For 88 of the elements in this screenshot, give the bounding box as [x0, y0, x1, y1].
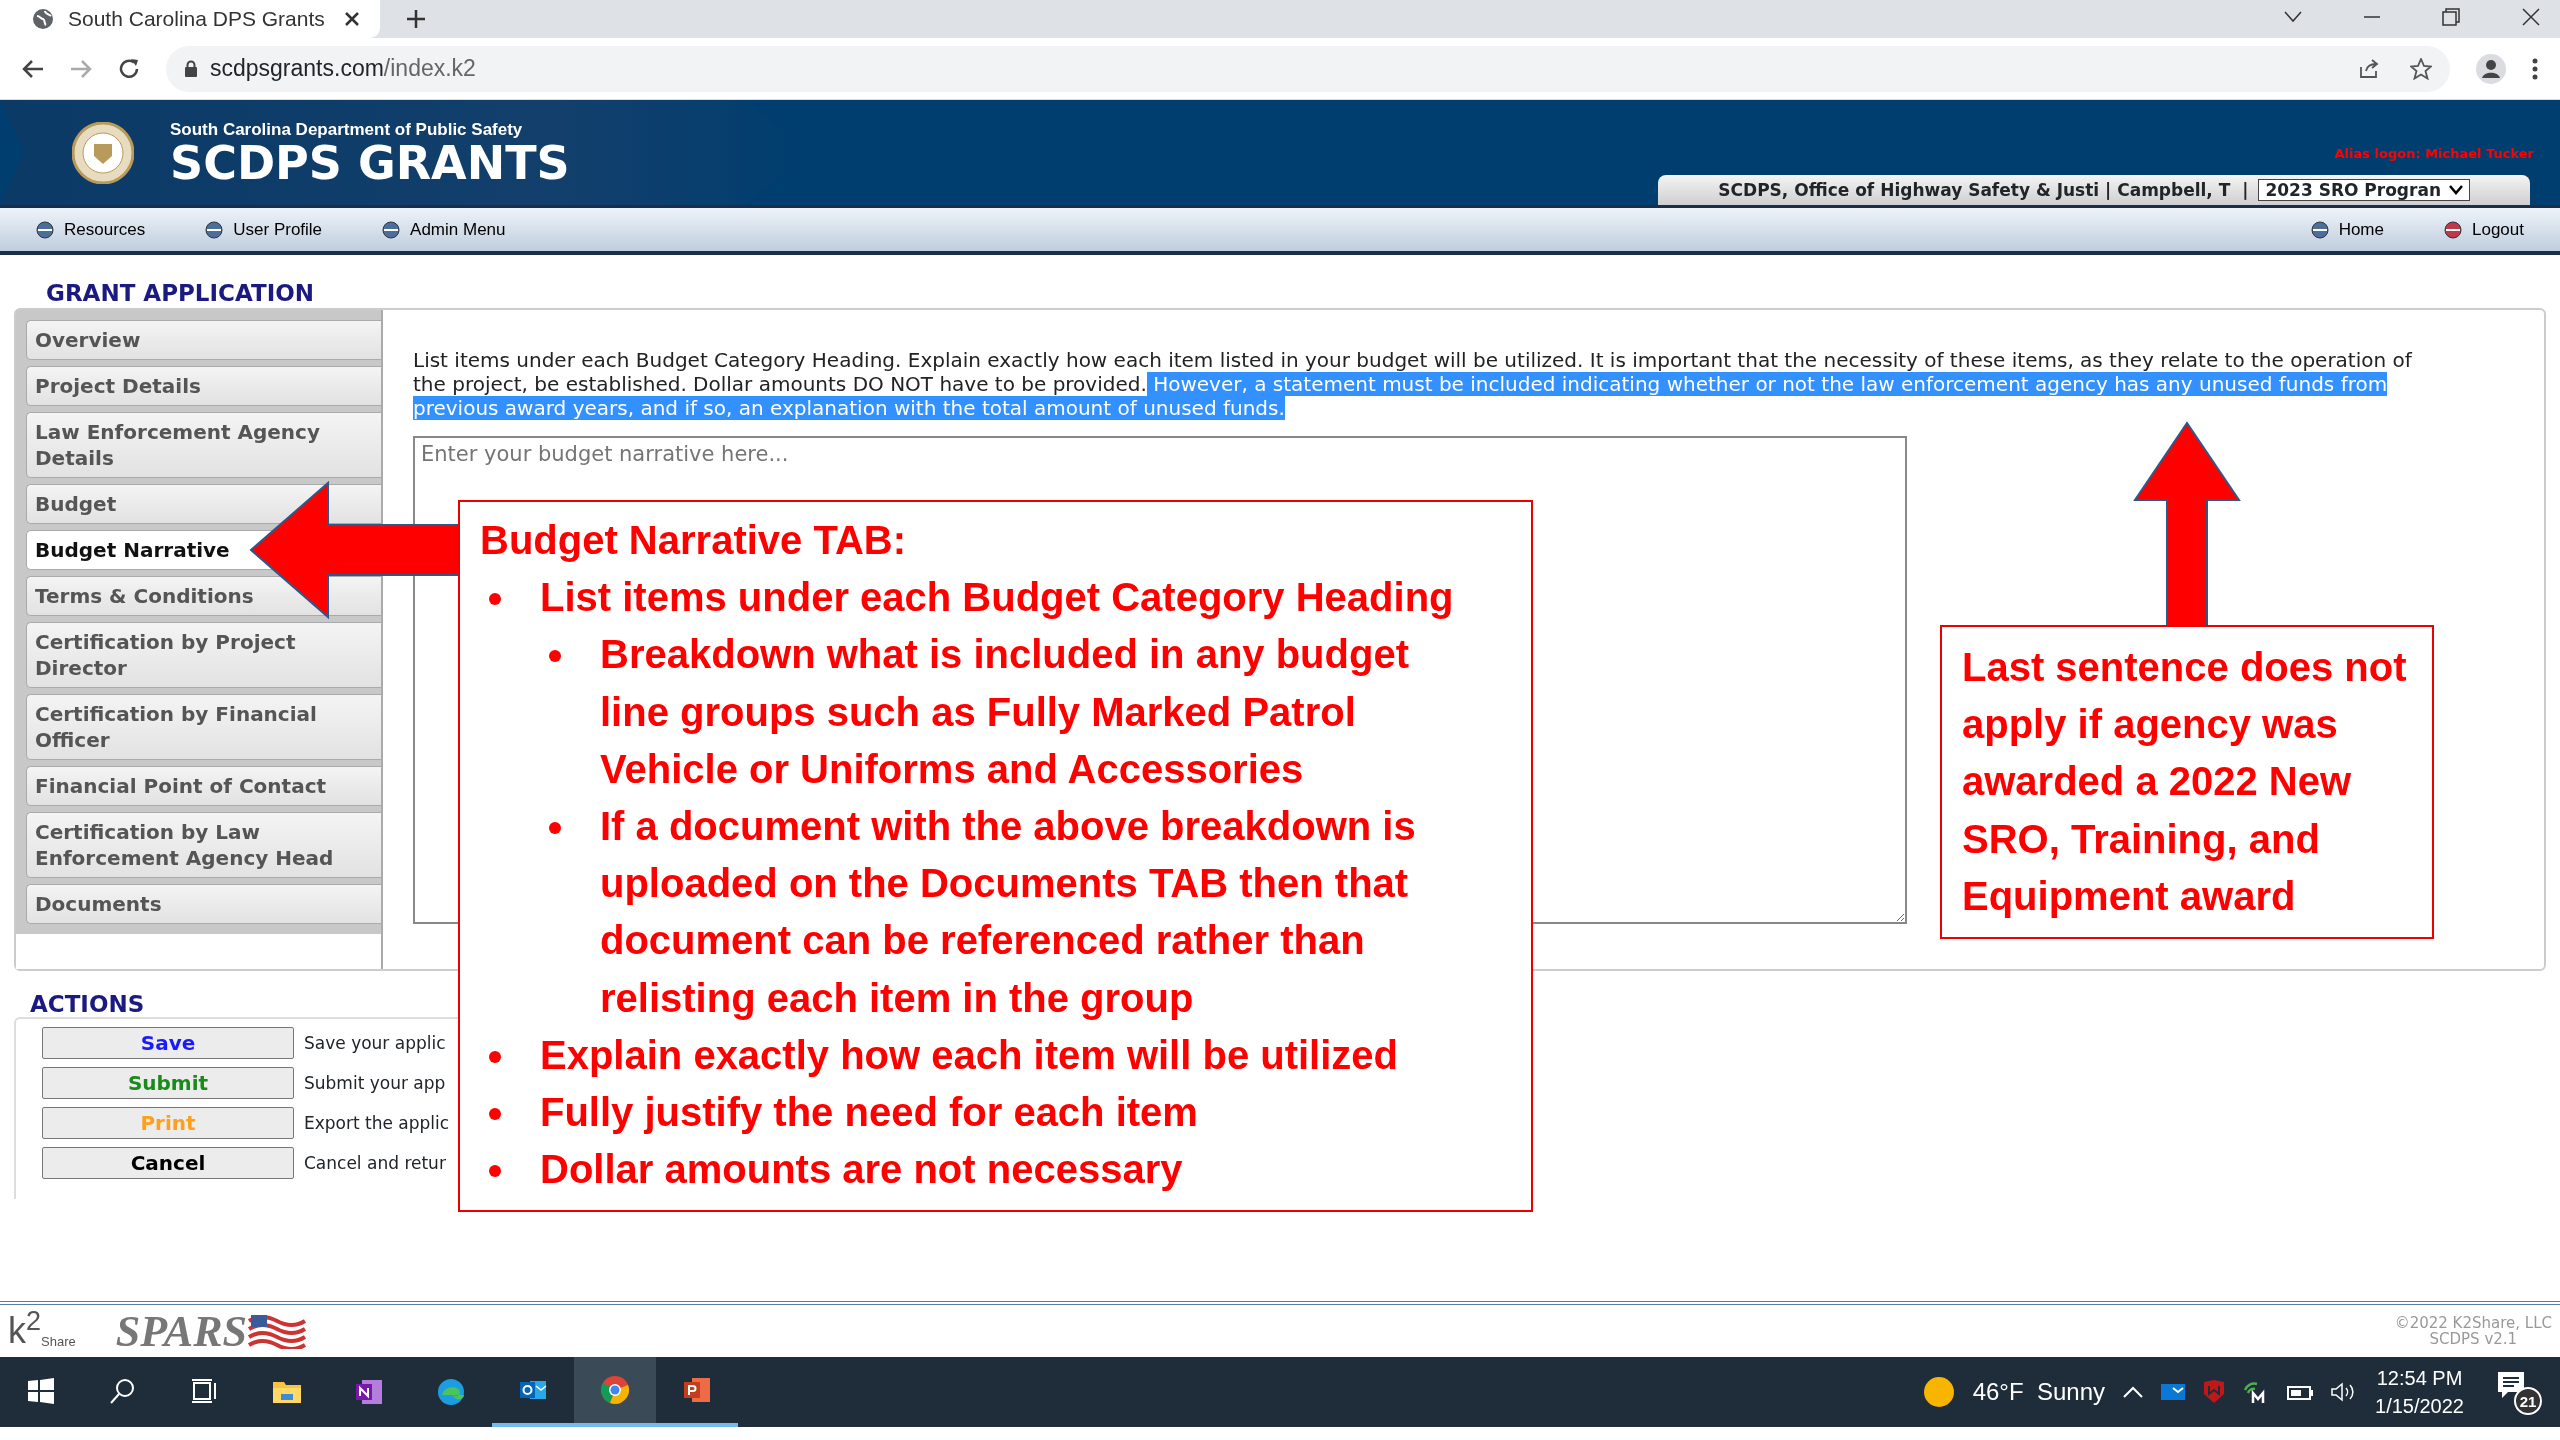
back-arrow-icon[interactable] — [22, 58, 44, 79]
chevron-down-icon[interactable] — [2284, 11, 2302, 23]
lock-icon — [184, 59, 198, 78]
reload-icon[interactable] — [118, 57, 140, 80]
seal-logo-icon — [72, 121, 134, 184]
spars-logo-text: SPARS — [115, 1305, 247, 1357]
bullet-icon — [488, 1106, 502, 1121]
section-title: ACTIONS — [30, 991, 145, 1017]
callout-text: Last sentence does not apply if agency was awarded a 2022 New SRO, Training, and Equipment award — [1962, 645, 2407, 918]
agency-name: South Carolina Department of Public Safety — [170, 119, 524, 140]
flag-stripes-icon — [247, 1313, 307, 1349]
action-button[interactable]: Save — [42, 1027, 294, 1059]
organization-text: SCDPS, Office of Highway Safety & Justi | Campbell, T | — [1718, 180, 2249, 200]
circle-icon — [205, 220, 224, 239]
sidebar-tab[interactable]: Budget — [26, 484, 381, 524]
clock-date: 1/15/2022 — [2375, 1394, 2464, 1419]
bullet-icon — [488, 1164, 502, 1179]
more-menu-icon[interactable] — [2532, 57, 2538, 80]
nav-link[interactable]: Logout — [2444, 219, 2524, 240]
wave-logo-icon[interactable] — [436, 1377, 466, 1407]
address-bar[interactable]: scdpsgrants.com/index.k2 — [166, 45, 2450, 92]
clock-time: 12:54 PM — [2375, 1366, 2464, 1391]
sun-icon — [1922, 1376, 1955, 1408]
callout-bullet-text: Dollar amounts are not necessary — [540, 1147, 1183, 1192]
sidebar-tab[interactable]: Law Enforcement Agency Details — [26, 412, 381, 478]
callout-bullet-text: Fully justify the need for each item — [540, 1089, 1198, 1134]
sidebar-tab[interactable]: Financial Point of Contact — [26, 766, 381, 806]
action-description: Export the applic — [304, 1113, 450, 1133]
globe-icon — [32, 8, 54, 30]
callout-bullet-text: If a document with the above breakdown is uploaded on the Documents TAB then that document can be referenced rather than relisting each item in the group — [600, 803, 1416, 1020]
bullet-icon — [548, 820, 562, 835]
profile-icon[interactable] — [2476, 53, 2506, 84]
weather-text: 46°F Sunny — [1972, 1378, 2105, 1406]
k2-logo-text: k$^{2}$ — [8, 1313, 42, 1349]
sidebar-tab[interactable]: Certification by Financial Officer — [26, 694, 381, 760]
notification-count: 21 — [2514, 1387, 2542, 1415]
sidebar-tab[interactable]: Overview — [26, 320, 381, 360]
sidebar-tab[interactable]: Terms & Conditions — [26, 576, 381, 616]
action-description: Cancel and retur — [304, 1153, 446, 1173]
action-description: Save your applic — [304, 1033, 446, 1053]
program-select[interactable]: 2023 SRO Progran — [2258, 179, 2470, 201]
callout-bullet-text: Explain exactly how each item will be utilized — [540, 1032, 1399, 1077]
circle-icon — [2444, 220, 2462, 239]
version-text: SCDPS v2.1 — [2428, 1331, 2519, 1348]
sidebar-tab[interactable]: Project Details — [26, 366, 381, 406]
circle-icon — [36, 220, 54, 239]
nav-link[interactable]: User Profile — [205, 219, 323, 240]
action-button[interactable]: Submit — [42, 1067, 294, 1099]
copyright-text: ©2022 K2Share, LLC — [2394, 1314, 2552, 1331]
restore-icon[interactable] — [2442, 8, 2460, 26]
section-title: GRANT APPLICATION — [46, 280, 315, 306]
circle-icon — [2310, 220, 2329, 239]
browser-logo-icon[interactable] — [600, 1375, 630, 1405]
sidebar-tab[interactable]: Documents — [26, 884, 381, 924]
callout-title: Budget Narrative TAB: — [480, 517, 907, 564]
slides-logo-icon[interactable] — [682, 1375, 712, 1405]
close-icon[interactable] — [344, 11, 360, 27]
close-icon[interactable] — [2522, 8, 2540, 26]
share-icon[interactable] — [2358, 58, 2380, 79]
sidebar-tab[interactable]: Certification by Project Director — [26, 622, 381, 688]
sidebar-tab[interactable]: Certification by Law Enforcement Agency Head — [26, 812, 381, 878]
nav-link[interactable]: Admin Menu — [382, 219, 506, 240]
notebook-icon[interactable] — [354, 1377, 384, 1407]
star-icon[interactable] — [2410, 57, 2432, 80]
action-button[interactable]: Cancel — [42, 1147, 294, 1179]
minimize-icon[interactable] — [2364, 15, 2380, 19]
url-text: scdpsgrants.com/index.k2 — [210, 55, 476, 82]
bullet-icon — [488, 1049, 502, 1064]
circle-icon — [382, 220, 401, 239]
nav-link[interactable]: Resources — [36, 219, 146, 240]
new-tab-icon[interactable] — [406, 9, 426, 29]
k2-logo-text: Share — [41, 1334, 76, 1349]
callout-bullet-text: List items under each Budget Category Heading — [540, 575, 1454, 620]
bullet-icon — [488, 592, 502, 607]
windows-logo-icon[interactable] — [26, 1377, 56, 1407]
caret-icon — [2449, 185, 2463, 195]
alias-logon-text: Alias logon: Michael Tucker — [2334, 146, 2534, 161]
site-title: SCDPS GRANTS — [170, 139, 570, 186]
mail-logo-icon[interactable] — [2161, 1382, 2185, 1402]
notification-button[interactable]: 21 — [2496, 1369, 2542, 1415]
callout-bullet-text: Breakdown what is included in any budget line groups such as Fully Marked Patrol Vehicle or Uniforms and Accessories — [600, 632, 1409, 791]
bullet-icon — [548, 649, 562, 664]
nav-link[interactable]: Home — [2310, 219, 2384, 240]
battery-icon[interactable] — [2287, 1384, 2313, 1400]
chevron-up-icon[interactable] — [2123, 1386, 2143, 1398]
tab-title: South Carolina DPS Grants — [68, 7, 326, 31]
action-description: Submit your app — [304, 1073, 446, 1093]
browser-tab[interactable]: South Carolina DPS Grants — [0, 0, 380, 38]
